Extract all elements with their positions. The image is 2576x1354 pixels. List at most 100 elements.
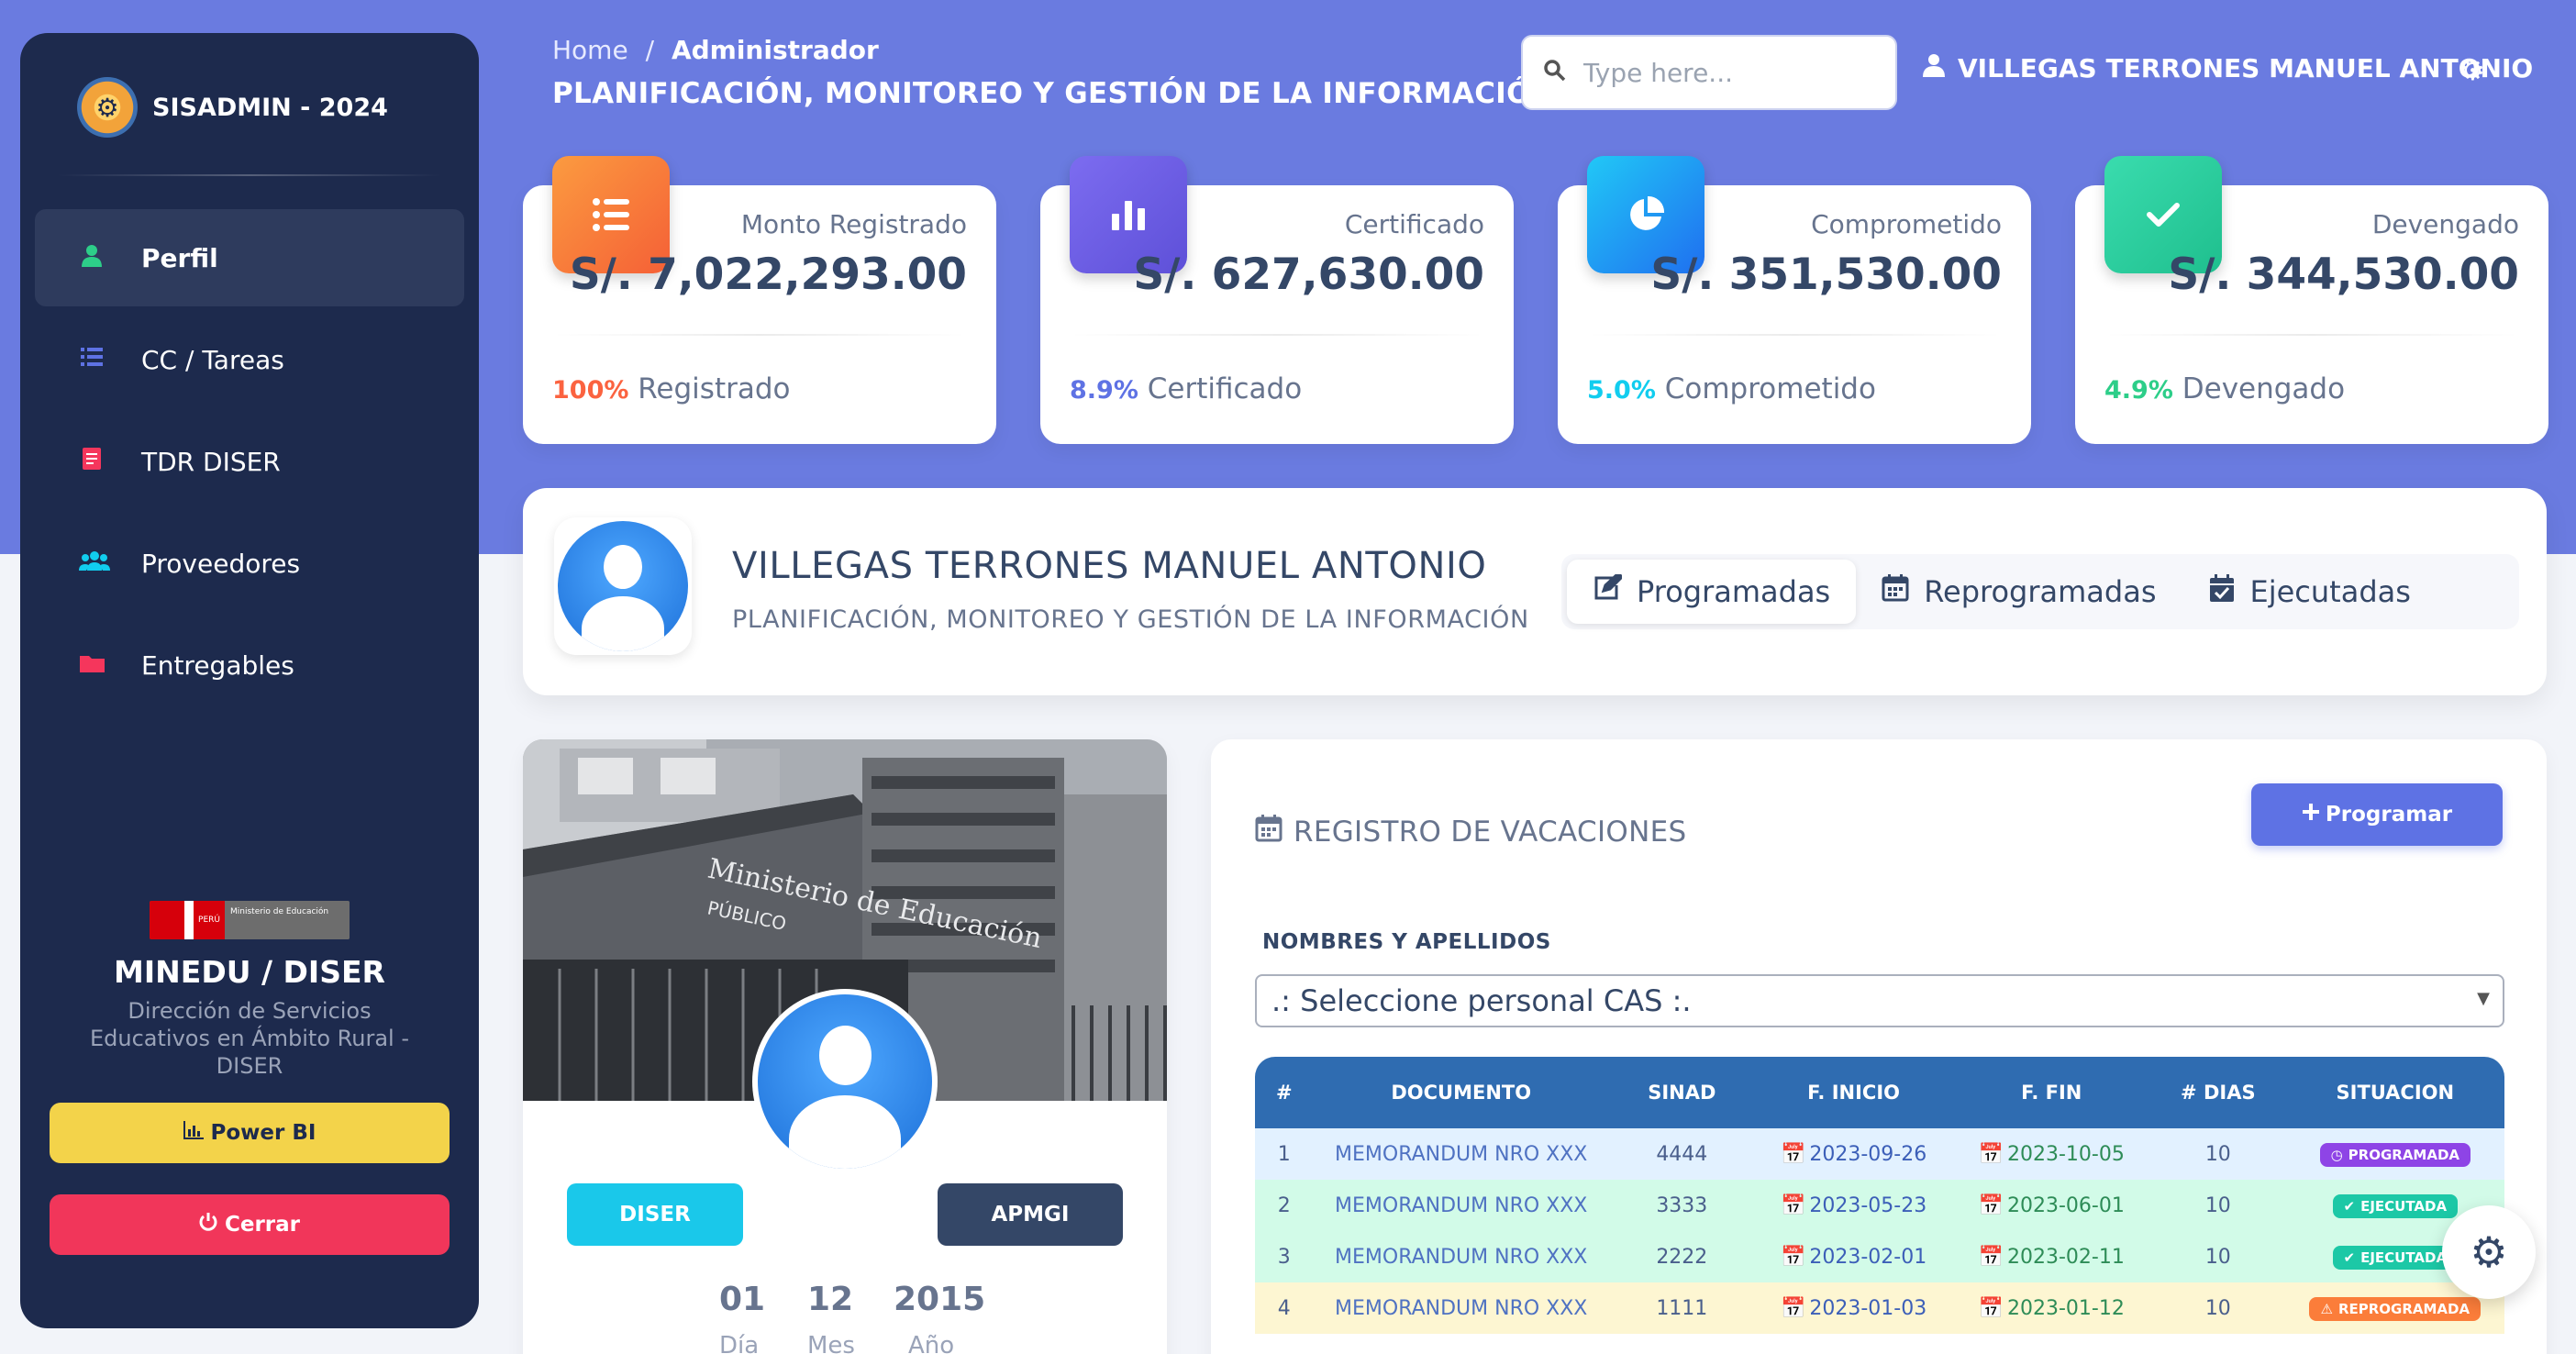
table-row[interactable]: 4 MEMORANDUM NRO XXX 1111 📅 2023-01-03 📅 2… — [1255, 1282, 2504, 1334]
field-label: NOMBRES Y APELLIDOS — [1262, 930, 1551, 954]
sidebar-item-label: Entregables — [141, 649, 294, 681]
power-bi-button[interactable]: Power BI — [50, 1103, 450, 1163]
org-description: Dirección de Servicios Educativos en Ámb… — [90, 998, 409, 1079]
calendar-icon: 📅 — [1780, 1142, 1806, 1166]
sidebar-item-label: Perfil — [141, 242, 218, 273]
stat-footer-text: Devengado — [2182, 372, 2346, 405]
user-name: VILLEGAS TERRONES MANUEL ANTONIO — [1958, 53, 2534, 83]
folder-icon — [79, 650, 105, 681]
col-documento[interactable]: DOCUMENTO — [1314, 1057, 1609, 1128]
end-date: 2023-02-11 — [2007, 1245, 2125, 1269]
cell-sinad: 1111 — [1608, 1282, 1755, 1334]
cell-days: 10 — [2150, 1231, 2286, 1282]
stat-footer: 5.0% Comprometido — [1587, 372, 1876, 405]
table-row[interactable]: 3 MEMORANDUM NRO XXX 2222 📅 2023-02-01 📅 2… — [1255, 1231, 2504, 1282]
search-box[interactable] — [1521, 35, 1897, 110]
table-row[interactable]: 2 MEMORANDUM NRO XXX 3333 📅 2023-05-23 📅 2… — [1255, 1180, 2504, 1231]
col-f-fin[interactable]: F. FIN — [1952, 1057, 2150, 1128]
cell-document[interactable]: MEMORANDUM NRO XXX — [1313, 1282, 1609, 1334]
stat-percent: 100% — [552, 376, 629, 405]
sidebar-footer: PERÚ Ministerio de Educación MINEDU / DI… — [20, 901, 479, 1080]
stat-label: Comprometido — [1811, 209, 2002, 239]
programar-button[interactable]: Programar — [2251, 783, 2503, 846]
stat-value: S/. 344,530.00 — [2168, 250, 2519, 300]
apmgi-button[interactable]: APMGI — [938, 1183, 1123, 1246]
logout-button[interactable]: Cerrar — [50, 1194, 450, 1255]
check-circle-icon: ✔ — [2343, 1249, 2356, 1266]
power-bi-label: Power BI — [210, 1121, 316, 1145]
vacation-register-card: REGISTRO DE VACACIONES Programar NOMBRES… — [1211, 739, 2547, 1354]
sidebar-item-cc-tareas[interactable]: CC / Tareas — [35, 311, 464, 408]
page-title: PLANIFICACIÓN, MONITOREO Y GESTIÓN DE LA… — [552, 77, 1556, 110]
status-text: PROGRAMADA — [2348, 1146, 2460, 1163]
breadcrumb-home[interactable]: Home — [552, 35, 628, 65]
sidebar-divider — [57, 174, 442, 176]
cell-document[interactable]: MEMORANDUM NRO XXX — [1313, 1180, 1609, 1231]
start-date: 2023-09-26 — [1809, 1142, 1927, 1166]
cell-end: 📅 2023-01-12 — [1952, 1282, 2151, 1334]
sidebar-item-label: Proveedores — [141, 548, 301, 579]
calendar-icon: 📅 — [1978, 1296, 2004, 1320]
col-dias[interactable]: # DIAS — [2150, 1057, 2286, 1128]
cell-end: 📅 2023-10-05 — [1952, 1128, 2151, 1180]
employee-card: Ministerio de Educación PÚBLICO DISER AP… — [523, 739, 1167, 1354]
profile-department: PLANIFICACIÓN, MONITOREO Y GESTIÓN DE LA… — [732, 605, 1529, 634]
brand-name: SISADMIN - 2024 — [152, 93, 388, 122]
cell-end: 📅 2023-02-11 — [1952, 1231, 2151, 1282]
sidebar-item-tdr-diser[interactable]: TDR DISER — [35, 413, 464, 510]
sidebar-item-proveedores[interactable]: Proveedores — [35, 515, 464, 612]
sidebar-item-entregables[interactable]: Entregables — [35, 616, 464, 714]
logout-label: Cerrar — [224, 1213, 301, 1237]
brand[interactable]: ⚙ SISADMIN - 2024 — [77, 75, 388, 139]
settings-fab-gear-icon[interactable]: ⚙ — [2442, 1205, 2536, 1299]
tab-reprogramadas[interactable]: Reprogramadas — [1856, 560, 2182, 624]
col-f-inicio[interactable]: F. INICIO — [1755, 1057, 1953, 1128]
vacations-table: # DOCUMENTO SINAD F. INICIO F. FIN # DIA… — [1255, 1057, 2504, 1334]
date-day: 01 — [719, 1281, 766, 1318]
date-year-label: Año — [908, 1332, 955, 1354]
cell-days: 10 — [2150, 1282, 2286, 1334]
user-menu[interactable]: VILLEGAS TERRONES MANUEL ANTONIO — [1923, 53, 2533, 83]
employee-avatar — [752, 989, 938, 1174]
date-year: 2015 — [894, 1281, 986, 1318]
search-input[interactable] — [1583, 57, 1877, 88]
select-value: .: Seleccione personal CAS :. — [1271, 983, 1692, 1018]
sidebar: ⚙ SISADMIN - 2024 Perfil CC / Tareas TDR… — [20, 33, 479, 1328]
divider — [2104, 334, 2519, 336]
col-sinad[interactable]: SINAD — [1609, 1057, 1755, 1128]
cell-start: 📅 2023-05-23 — [1754, 1180, 1953, 1231]
col-number[interactable]: # — [1255, 1057, 1314, 1128]
calendar-icon: 📅 — [1780, 1296, 1806, 1320]
cell-end: 📅 2023-06-01 — [1952, 1180, 2151, 1231]
cell-start: 📅 2023-01-03 — [1754, 1282, 1953, 1334]
cell-document[interactable]: MEMORANDUM NRO XXX — [1313, 1231, 1609, 1282]
settings-gear-icon[interactable]: ⚙ — [2460, 55, 2485, 87]
stat-footer-text: Registrado — [638, 372, 791, 405]
cell-days: 10 — [2150, 1180, 2286, 1231]
breadcrumb-current: Administrador — [671, 35, 879, 65]
warning-icon: ⚠ — [2320, 1300, 2333, 1317]
diser-button[interactable]: DISER — [567, 1183, 743, 1246]
stat-footer: 100% Registrado — [552, 372, 790, 405]
minedu-logo: PERÚ Ministerio de Educación — [150, 901, 350, 939]
cell-document[interactable]: MEMORANDUM NRO XXX — [1313, 1128, 1609, 1180]
profile-tabs: Programadas Reprogramadas Ejecutadas — [1561, 554, 2519, 629]
stat-label: Certificado — [1344, 209, 1484, 239]
table-header-row: # DOCUMENTO SINAD F. INICIO F. FIN # DIA… — [1255, 1057, 2504, 1128]
table-row[interactable]: 1 MEMORANDUM NRO XXX 4444 📅 2023-09-26 📅 2… — [1255, 1128, 2504, 1180]
end-date: 2023-10-05 — [2007, 1142, 2125, 1166]
sidebar-item-perfil[interactable]: Perfil — [35, 209, 464, 306]
col-situacion[interactable]: SITUACION — [2286, 1057, 2504, 1128]
tab-programadas[interactable]: Programadas — [1567, 560, 1857, 624]
avatar-icon — [758, 994, 932, 1169]
cell-number: 2 — [1255, 1180, 1314, 1231]
start-date: 2023-05-23 — [1809, 1193, 1927, 1217]
user-icon — [1923, 53, 1945, 83]
tab-ejecutadas[interactable]: Ejecutadas — [2182, 560, 2437, 624]
brand-logo-icon: ⚙ — [77, 77, 138, 138]
cell-days: 10 — [2150, 1128, 2286, 1180]
status-badge: ◷ PROGRAMADA — [2319, 1142, 2471, 1167]
cell-status: ◷ PROGRAMADA — [2285, 1128, 2504, 1180]
personal-select[interactable]: .: Seleccione personal CAS :. ▼ — [1255, 974, 2504, 1027]
status-text: EJECUTADA — [2360, 1197, 2448, 1215]
